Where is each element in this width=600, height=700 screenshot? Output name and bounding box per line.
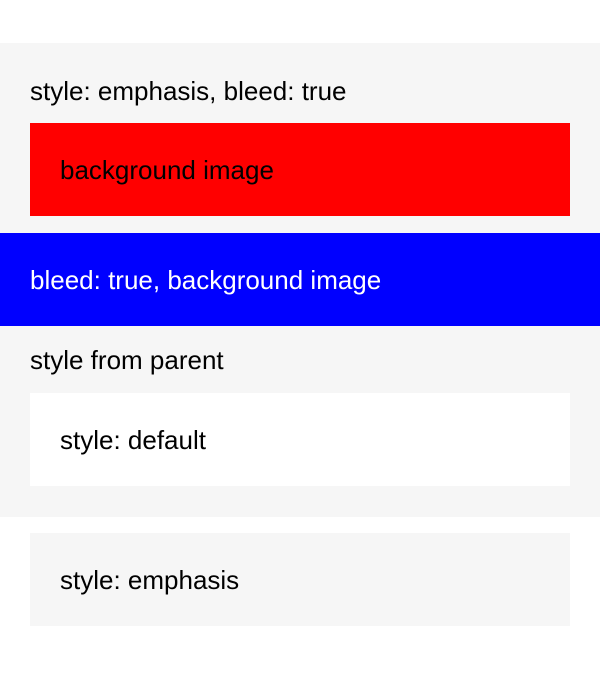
background-image-card: background image [30,123,570,216]
default-style-label: style: default [60,425,206,455]
emphasis-style-card: style: emphasis [30,533,570,626]
adaptive-card-page: style: emphasis, bleed: true background … [0,0,600,700]
style-from-parent-label: style from parent [30,345,224,375]
background-image-label: background image [60,155,274,185]
bleed-background-image-label: bleed: true, background image [30,265,382,295]
container-style-label: style: emphasis, bleed: true [30,76,347,106]
emphasis-style-label: style: emphasis [60,565,240,595]
bleed-background-image-band: bleed: true, background image [0,233,600,326]
default-style-card: style: default [30,393,570,486]
